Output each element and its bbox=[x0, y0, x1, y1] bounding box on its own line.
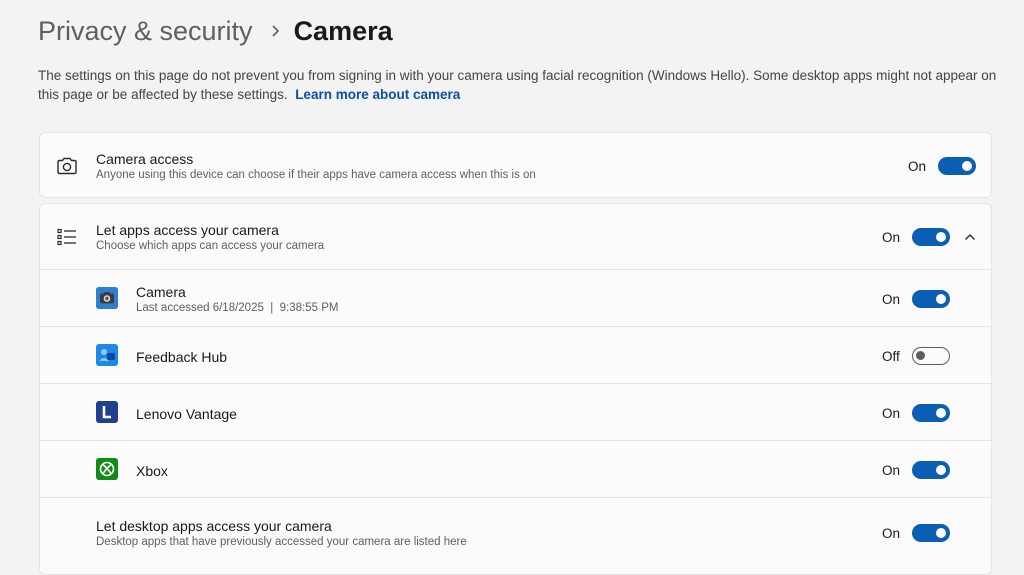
desktop-apps-toggle[interactable] bbox=[912, 524, 950, 542]
app-name: Lenovo Vantage bbox=[136, 406, 237, 422]
camera-access-state: On bbox=[908, 159, 927, 174]
chevron-up-icon[interactable] bbox=[960, 227, 980, 247]
app-row-feedback-hub: Feedback Hub Off bbox=[40, 326, 991, 383]
camera-icon bbox=[56, 155, 78, 177]
xbox-toggle[interactable] bbox=[912, 461, 950, 479]
lenovo-vantage-icon bbox=[96, 401, 118, 423]
desktop-apps-title: Let desktop apps access your camera bbox=[96, 518, 332, 534]
breadcrumb: Privacy & security Camera bbox=[38, 14, 393, 48]
list-icon bbox=[56, 226, 78, 248]
desktop-apps-subtitle: Desktop apps that have previously access… bbox=[96, 536, 467, 548]
camera-access-subtitle: Anyone using this device can choose if t… bbox=[96, 169, 536, 181]
apps-access-state: On bbox=[882, 230, 901, 245]
app-state: On bbox=[882, 463, 901, 478]
app-row-camera: Camera Last accessed 6/18/2025 | 9:38:55… bbox=[40, 269, 991, 326]
chevron-right-icon bbox=[271, 24, 280, 38]
app-state: On bbox=[882, 406, 901, 421]
apps-access-card: Let apps access your camera Choose which… bbox=[39, 203, 992, 575]
description-text: The settings on this page do not prevent… bbox=[38, 68, 997, 102]
desktop-apps-row: Let desktop apps access your camera Desk… bbox=[40, 497, 991, 567]
app-row-xbox: Xbox On bbox=[40, 440, 991, 497]
app-state: On bbox=[882, 292, 901, 307]
lenovo-vantage-toggle[interactable] bbox=[912, 404, 950, 422]
camera-access-card: Camera access Anyone using this device c… bbox=[39, 132, 992, 198]
camera-access-toggle[interactable] bbox=[938, 157, 976, 175]
app-last-accessed: Last accessed 6/18/2025 | 9:38:55 PM bbox=[136, 302, 339, 314]
apps-access-title: Let apps access your camera bbox=[96, 222, 279, 238]
app-name: Camera bbox=[136, 284, 186, 300]
learn-more-link[interactable]: Learn more about camera bbox=[295, 87, 460, 102]
page-title: Camera bbox=[293, 15, 393, 46]
apps-access-subtitle: Choose which apps can access your camera bbox=[96, 240, 325, 252]
desktop-apps-state: On bbox=[882, 526, 901, 541]
feedback-hub-toggle[interactable] bbox=[912, 347, 950, 365]
app-name: Feedback Hub bbox=[136, 349, 228, 365]
breadcrumb-parent[interactable]: Privacy & security bbox=[38, 16, 253, 47]
page-description: The settings on this page do not prevent… bbox=[38, 66, 1008, 104]
xbox-icon bbox=[96, 458, 118, 480]
camera-app-toggle[interactable] bbox=[912, 290, 950, 308]
app-state: Off bbox=[882, 349, 900, 364]
camera-app-icon bbox=[96, 287, 118, 309]
feedback-hub-icon bbox=[96, 344, 118, 366]
apps-access-row[interactable]: Let apps access your camera Choose which… bbox=[40, 204, 991, 269]
apps-access-toggle[interactable] bbox=[912, 228, 950, 246]
app-row-lenovo-vantage: Lenovo Vantage On bbox=[40, 383, 991, 440]
app-name: Xbox bbox=[136, 463, 168, 479]
camera-access-title: Camera access bbox=[96, 151, 194, 167]
